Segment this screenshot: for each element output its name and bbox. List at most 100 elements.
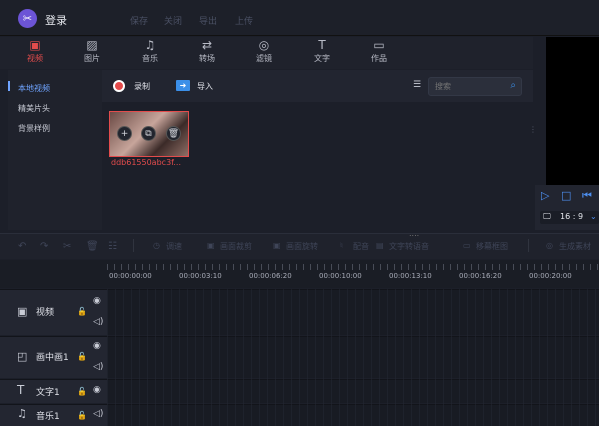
track-video — [0, 289, 599, 335]
track-name: 视频 — [36, 308, 55, 318]
sidebar — [8, 70, 102, 230]
volume-icon[interactable]: ◁) — [93, 317, 103, 327]
track-name: 画中画1 — [36, 353, 69, 363]
eye-icon[interactable]: ◉ — [93, 341, 101, 351]
track-text — [0, 379, 599, 403]
tts-icon[interactable]: ▤ — [376, 241, 384, 250]
eye-icon[interactable]: ◉ — [93, 385, 101, 395]
tab-music[interactable]: ♫ 音乐 — [130, 37, 170, 69]
tab-label: 图片 — [84, 54, 100, 63]
import-icon[interactable]: ➜ — [176, 80, 190, 91]
tts-button[interactable]: 文字转语音 — [389, 241, 429, 252]
track-name: 音乐1 — [36, 412, 60, 422]
lock-icon[interactable]: 🔓 — [77, 352, 87, 361]
menu-export[interactable]: 导出 — [199, 14, 217, 27]
chevron-down-icon: ⌄ — [590, 212, 597, 221]
record-icon[interactable] — [113, 80, 125, 92]
folder-icon: ▭ — [373, 38, 385, 52]
subtitle-icon[interactable]: ▭ — [463, 241, 471, 250]
stop-icon[interactable]: □ — [561, 189, 571, 202]
lock-icon[interactable]: 🔓 — [77, 387, 87, 396]
tab-label: 视频 — [27, 54, 43, 63]
split-icon[interactable]: ☷ — [108, 241, 117, 252]
monitor-icon: 🖵 — [543, 212, 551, 221]
prev-frame-icon[interactable]: ⏮ — [582, 189, 592, 203]
category-bar: ▣ 视频 ▨ 图片 ♫ 音乐 ⇄ 转场 ◎ 滤镜 T 文字 ▭ 作品 — [0, 37, 533, 69]
sidebar-item-intros[interactable]: 精美片头 — [18, 103, 50, 114]
eye-icon[interactable]: ◉ — [93, 296, 101, 306]
search-input[interactable] — [429, 78, 499, 95]
time-tick: 00:00:13:10 — [389, 272, 432, 280]
tab-video[interactable]: ▣ 视频 — [15, 37, 55, 69]
media-thumbnail[interactable]: + ⧉ 🗑 — [109, 111, 189, 157]
media-filename: ddb61550abc3f... — [111, 158, 182, 167]
app-logo-icon: ✂ — [18, 9, 37, 28]
undo-icon[interactable]: ↶ — [18, 241, 26, 252]
preview-screen — [546, 37, 599, 185]
import-button[interactable]: 导入 — [197, 81, 213, 92]
tab-image[interactable]: ▨ 图片 — [72, 37, 112, 69]
delete-icon[interactable]: 🗑 — [86, 241, 99, 252]
panel-resize-handle[interactable]: ⋮ — [529, 125, 537, 134]
track-lane[interactable] — [107, 337, 599, 378]
time-tick: 00:00:00:00 — [109, 272, 152, 280]
record-button[interactable]: 录制 — [134, 81, 150, 92]
volume-icon[interactable]: ◁) — [93, 362, 103, 372]
add-icon[interactable]: + — [117, 126, 132, 141]
tab-filter[interactable]: ◎ 滤镜 — [244, 37, 284, 69]
copy-icon[interactable]: ⧉ — [141, 126, 156, 141]
image-icon: ▨ — [86, 38, 98, 52]
menu-save[interactable]: 保存 — [130, 14, 148, 27]
redo-icon[interactable]: ↷ — [40, 241, 48, 252]
speed-button[interactable]: 调速 — [166, 241, 182, 252]
sidebar-active-marker — [8, 81, 10, 91]
splitter-handle[interactable]: .... — [409, 229, 419, 238]
text-icon: T — [17, 383, 25, 397]
sidebar-item-local-video[interactable]: 本地视频 — [18, 83, 50, 94]
tab-label: 转场 — [199, 54, 215, 63]
crop-button[interactable]: 画面裁剪 — [220, 241, 252, 252]
time-tick: 00:00:16:20 — [459, 272, 502, 280]
crop-icon[interactable]: ▣ — [207, 241, 215, 250]
play-icon[interactable]: ▷ — [541, 189, 549, 202]
volume-icon[interactable]: ◁) — [93, 409, 103, 419]
track-lane[interactable] — [107, 405, 599, 426]
track-pip — [0, 336, 599, 378]
sidebar-item-backgrounds[interactable]: 背景样例 — [18, 123, 50, 134]
cut-icon[interactable]: ✂ — [63, 241, 71, 252]
pip-icon: ◰ — [17, 350, 28, 363]
time-tick: 00:00:20:00 — [529, 272, 572, 280]
track-lane[interactable] — [107, 380, 599, 403]
aspect-ratio-select[interactable]: 🖵 16 : 9 ⌄ — [540, 211, 599, 224]
dubbing-button[interactable]: 配音 — [353, 241, 369, 252]
sort-icon[interactable]: ☰ — [413, 80, 421, 90]
rotate-button[interactable]: 画面旋转 — [286, 241, 318, 252]
generate-button[interactable]: 生成素材 — [559, 241, 591, 252]
login-link[interactable]: 登录 — [45, 12, 67, 28]
lock-icon[interactable]: 🔓 — [77, 411, 87, 420]
tab-label: 文字 — [314, 54, 330, 63]
top-bar — [0, 0, 599, 36]
speed-icon[interactable]: ◷ — [153, 241, 160, 250]
tab-works[interactable]: ▭ 作品 — [359, 37, 399, 69]
rotate-icon[interactable]: ▣ — [273, 241, 281, 250]
mic-icon[interactable]: ♮ — [340, 241, 343, 250]
search-box: ⌕ — [428, 77, 522, 96]
track-lane[interactable] — [107, 290, 599, 335]
tab-text[interactable]: T 文字 — [302, 37, 342, 69]
transition-icon: ⇄ — [201, 38, 213, 52]
lock-icon[interactable]: 🔓 — [77, 307, 87, 316]
search-icon[interactable]: ⌕ — [510, 80, 516, 91]
generate-icon[interactable]: ◎ — [546, 241, 553, 250]
text-icon: T — [318, 38, 326, 52]
menu-close[interactable]: 关闭 — [164, 14, 182, 27]
music-icon: ♫ — [144, 38, 156, 52]
track-music — [0, 404, 599, 426]
tab-transition[interactable]: ⇄ 转场 — [187, 37, 227, 69]
time-tick: 00:00:06:20 — [249, 272, 292, 280]
delete-icon[interactable]: 🗑 — [166, 126, 181, 141]
menu-upload[interactable]: 上传 — [235, 14, 253, 27]
tab-label: 作品 — [371, 54, 387, 63]
tab-label: 音乐 — [142, 54, 158, 63]
subtitle-frame-button[interactable]: 移幕框图 — [476, 241, 508, 252]
